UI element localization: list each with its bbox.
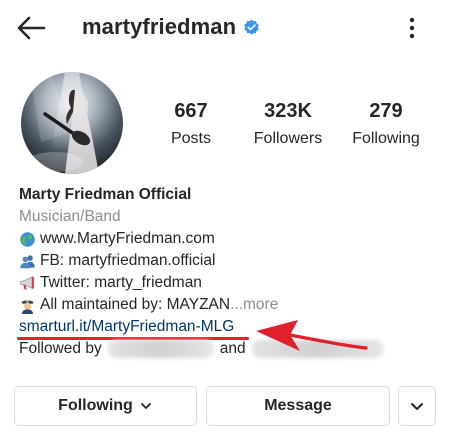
bio-external-link[interactable]: smarturl.it/MartyFriedman-MLG xyxy=(17,316,249,340)
username-title: martyfriedman xyxy=(82,14,237,39)
followed-by-and: and xyxy=(219,340,246,357)
bio-external-link-text: smarturl.it/MartyFriedman-MLG xyxy=(19,318,235,335)
followers-stat[interactable]: 323K Followers xyxy=(248,99,328,149)
message-button[interactable]: Message xyxy=(206,386,390,426)
annotation-arrow-icon xyxy=(256,320,368,351)
bio-maintained-text: All maintained by: MAYZAN xyxy=(40,296,231,313)
bio-line-twitter: Twitter: marty_friedman xyxy=(19,272,439,294)
following-stat[interactable]: 279 Following xyxy=(346,99,426,149)
posts-count: 667 xyxy=(174,100,208,122)
back-arrow-icon[interactable] xyxy=(14,12,48,44)
more-options-icon[interactable] xyxy=(398,14,426,42)
megaphone-emoji-icon xyxy=(20,275,34,289)
posts-stat[interactable]: 667 Posts xyxy=(158,99,224,149)
bio-line-website: www.MartyFriedman.com xyxy=(19,228,439,250)
profile-header: martyfriedman xyxy=(0,0,450,56)
police-officer-emoji-icon xyxy=(21,299,34,314)
bio-line-maintained: All maintained by: MAYZAN... more xyxy=(19,294,439,316)
bio-twitter-text: Twitter: marty_friedman xyxy=(40,274,202,291)
profile-avatar[interactable] xyxy=(21,72,123,174)
followers-count: 323K xyxy=(264,100,312,122)
following-button[interactable]: Following xyxy=(14,386,197,426)
profile-category: Musician/Band xyxy=(19,208,121,225)
chevron-down-icon xyxy=(411,403,423,410)
profile-bio: Marty Friedman Official Musician/Band ww… xyxy=(17,184,439,360)
bio-website-text: www.MartyFriedman.com xyxy=(40,230,215,247)
globe-emoji-icon xyxy=(20,231,35,247)
username-title-wrap: martyfriedman xyxy=(82,14,260,40)
people-silhouette-emoji-icon xyxy=(20,254,35,268)
following-label: Following xyxy=(352,130,420,147)
followers-label: Followers xyxy=(253,130,323,147)
chevron-down-icon xyxy=(140,403,151,409)
posts-label: Posts xyxy=(170,130,211,147)
redacted-follower-name xyxy=(107,340,214,358)
bio-more-link[interactable]: more xyxy=(243,294,278,316)
message-button-label: Message xyxy=(264,397,332,414)
followed-by-label: Followed by xyxy=(19,340,102,357)
following-count: 279 xyxy=(369,100,403,122)
profile-display-name: Marty Friedman Official xyxy=(19,186,192,203)
verified-badge-icon xyxy=(244,19,259,35)
bio-followed-by[interactable]: Followed by and xyxy=(19,338,439,360)
following-button-label: Following xyxy=(58,397,133,414)
suggested-accounts-button[interactable] xyxy=(398,386,436,426)
bio-line-facebook: FB: martyfriedman.official xyxy=(19,250,439,272)
bio-line-link: smarturl.it/MartyFriedman-MLG xyxy=(17,316,439,340)
bio-ellipsis: ... xyxy=(230,296,244,313)
bio-facebook-text: FB: martyfriedman.official xyxy=(40,252,216,269)
